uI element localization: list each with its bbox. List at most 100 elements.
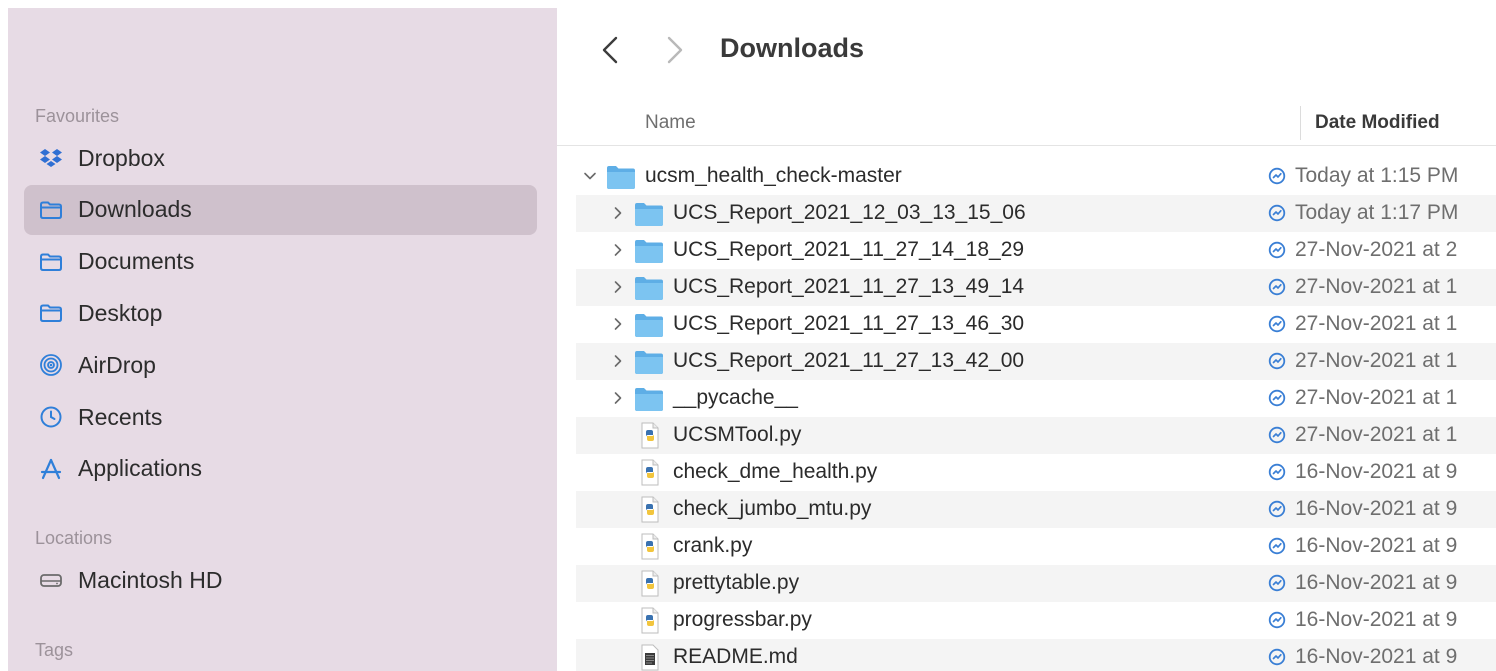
file-row[interactable]: ucsm_health_check-master Today at 1:15 PM xyxy=(576,158,1496,195)
file-name: prettytable.py xyxy=(673,571,800,594)
sidebar-item-downloads[interactable]: Downloads xyxy=(24,184,537,235)
chevron-right-icon xyxy=(667,36,683,64)
file-name: UCSMTool.py xyxy=(673,423,802,446)
sidebar-item-applications[interactable]: Applications xyxy=(24,444,537,494)
locations-section-label: Locations xyxy=(35,528,113,548)
python-file-icon xyxy=(634,533,664,560)
folder-icon xyxy=(634,237,664,264)
sync-status-icon xyxy=(1268,611,1286,629)
file-name: check_jumbo_mtu.py xyxy=(673,497,872,520)
python-file-icon xyxy=(634,422,664,449)
sync-status-icon xyxy=(1268,352,1286,370)
column-header-name[interactable]: Name xyxy=(645,112,696,134)
forward-button[interactable] xyxy=(660,30,690,70)
sidebar-item-label: AirDrop xyxy=(78,351,156,378)
sidebar-item-dropbox[interactable]: Dropbox xyxy=(24,133,537,183)
sync-status-icon xyxy=(1268,204,1286,222)
file-row[interactable]: README.md 16-Nov-2021 at 9 xyxy=(576,639,1496,671)
window-title: Downloads xyxy=(720,33,865,63)
chevron-right-icon[interactable] xyxy=(610,388,626,408)
python-file-icon xyxy=(634,607,664,634)
sync-status-icon xyxy=(1268,537,1286,555)
date-modified: 27-Nov-2021 at 1 xyxy=(1295,312,1458,335)
sidebar-item-label: Macintosh HD xyxy=(78,566,223,593)
file-row[interactable]: check_jumbo_mtu.py 16-Nov-2021 at 9 xyxy=(576,491,1496,528)
file-row[interactable]: progressbar.py 16-Nov-2021 at 9 xyxy=(576,602,1496,639)
file-name: __pycache__ xyxy=(673,386,798,409)
date-modified: 16-Nov-2021 at 9 xyxy=(1295,460,1458,483)
file-row[interactable]: UCS_Report_2021_11_27_13_42_00 27-Nov-202… xyxy=(576,343,1496,380)
column-header-date-modified[interactable]: Date Modified xyxy=(1315,112,1440,134)
file-row[interactable]: UCS_Report_2021_11_27_13_46_30 27-Nov-202… xyxy=(576,306,1496,343)
column-divider[interactable] xyxy=(1300,106,1301,140)
clock-icon xyxy=(38,404,64,430)
favourites-section-label: Favourites xyxy=(35,106,120,126)
file-row[interactable]: UCSMTool.py 27-Nov-2021 at 1 xyxy=(576,417,1496,454)
python-file-icon xyxy=(634,496,664,523)
file-list: ucsm_health_check-master Today at 1:15 PM… xyxy=(576,158,1496,671)
applications-icon xyxy=(38,456,64,482)
text-file-icon xyxy=(634,644,664,671)
date-modified: 27-Nov-2021 at 1 xyxy=(1295,386,1458,409)
sidebar-item-recents[interactable]: Recents xyxy=(24,392,537,442)
sidebar-item-label: Dropbox xyxy=(78,144,165,171)
file-row[interactable]: UCS_Report_2021_11_27_14_18_29 27-Nov-202… xyxy=(576,232,1496,269)
sync-status-icon xyxy=(1268,278,1286,296)
sync-status-icon xyxy=(1268,500,1286,518)
file-name: progressbar.py xyxy=(673,608,812,631)
date-modified: 27-Nov-2021 at 1 xyxy=(1295,349,1458,372)
python-file-icon xyxy=(634,459,664,486)
python-file-icon xyxy=(634,570,664,597)
file-row[interactable]: prettytable.py 16-Nov-2021 at 9 xyxy=(576,565,1496,602)
chevron-right-icon[interactable] xyxy=(610,314,626,334)
sidebar-item-label: Applications xyxy=(78,455,203,482)
date-modified: 27-Nov-2021 at 1 xyxy=(1295,275,1458,298)
file-row[interactable]: check_dme_health.py 16-Nov-2021 at 9 xyxy=(576,454,1496,491)
file-name: UCS_Report_2021_11_27_13_42_00 xyxy=(673,349,1025,372)
date-modified: Today at 1:17 PM xyxy=(1295,201,1459,224)
sync-status-icon xyxy=(1268,241,1286,259)
file-name: README.md xyxy=(673,645,798,668)
folder-icon xyxy=(634,274,664,301)
folder-icon xyxy=(38,197,64,223)
folder-icon xyxy=(38,300,64,326)
sidebar-item-macintosh-hd[interactable]: Macintosh HD xyxy=(24,555,537,605)
file-row[interactable]: UCS_Report_2021_12_03_13_15_06 Today at 1… xyxy=(576,195,1496,232)
file-row[interactable]: UCS_Report_2021_11_27_13_49_14 27-Nov-202… xyxy=(576,269,1496,306)
sidebar-item-label: Downloads xyxy=(78,196,192,223)
dropbox-icon xyxy=(38,145,64,171)
toolbar: Downloads xyxy=(557,8,1496,92)
sidebar-item-label: Desktop xyxy=(78,299,163,326)
folder-icon xyxy=(634,200,664,227)
harddrive-icon xyxy=(38,567,64,593)
sidebar-item-airdrop[interactable]: AirDrop xyxy=(24,340,537,390)
folder-icon xyxy=(634,385,664,412)
sync-status-icon xyxy=(1268,167,1286,185)
file-row[interactable]: crank.py 16-Nov-2021 at 9 xyxy=(576,528,1496,565)
column-header: Name Date Modified xyxy=(557,104,1496,146)
date-modified: 16-Nov-2021 at 9 xyxy=(1295,497,1458,520)
chevron-right-icon[interactable] xyxy=(610,203,626,223)
sidebar-item-documents[interactable]: Documents xyxy=(24,237,537,287)
chevron-right-icon[interactable] xyxy=(610,240,626,260)
folder-icon xyxy=(634,348,664,375)
file-name: UCS_Report_2021_11_27_13_49_14 xyxy=(673,275,1025,298)
file-row[interactable]: __pycache__ 27-Nov-2021 at 1 xyxy=(576,380,1496,417)
file-name: UCS_Report_2021_11_27_13_46_30 xyxy=(673,312,1025,335)
file-name: crank.py xyxy=(673,534,753,557)
sidebar: Favourites Dropbox Downloads Documents Desk… xyxy=(8,8,557,671)
sidebar-item-label: Recents xyxy=(78,403,163,430)
chevron-right-icon[interactable] xyxy=(610,351,626,371)
sidebar-item-desktop[interactable]: Desktop xyxy=(24,288,537,338)
chevron-right-icon[interactable] xyxy=(610,277,626,297)
sync-status-icon xyxy=(1268,389,1286,407)
folder-icon xyxy=(634,311,664,338)
chevron-down-icon[interactable] xyxy=(582,166,598,186)
sync-status-icon xyxy=(1268,315,1286,333)
folder-icon xyxy=(38,249,64,275)
date-modified: 27-Nov-2021 at 2 xyxy=(1295,238,1458,261)
sidebar-item-label: Documents xyxy=(78,248,195,275)
date-modified: 16-Nov-2021 at 9 xyxy=(1295,534,1458,557)
sync-status-icon xyxy=(1268,426,1286,444)
back-button[interactable] xyxy=(595,30,625,70)
